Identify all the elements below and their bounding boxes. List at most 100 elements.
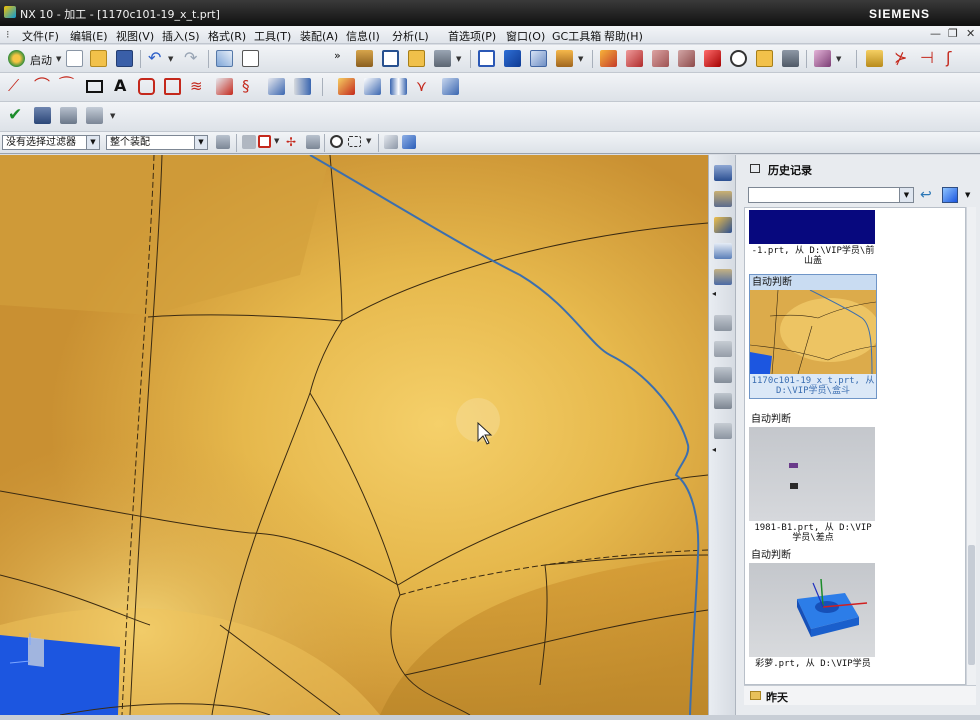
save-icon[interactable] <box>116 50 133 67</box>
render-icon[interactable] <box>600 50 617 67</box>
select-body-icon[interactable] <box>402 135 416 149</box>
history-item[interactable]: 自动判断 1170c101-19_x_t.prt, 从 D:\VIP学员\盒斗 <box>749 274 877 399</box>
view-orient-icon[interactable] <box>556 50 573 67</box>
menu-tools[interactable]: 工具(T) <box>254 28 291 44</box>
shaded-icon[interactable] <box>504 50 521 67</box>
simulate-icon[interactable] <box>714 367 732 383</box>
box-icon[interactable] <box>678 50 695 67</box>
layer-icon[interactable] <box>782 50 799 67</box>
select-faces-icon[interactable] <box>384 135 398 149</box>
menu-format[interactable]: 格式(R) <box>208 28 246 44</box>
post-icon[interactable] <box>86 107 103 124</box>
shop-doc-icon[interactable] <box>714 423 732 439</box>
tangent-icon[interactable]: ⋎ <box>416 78 433 95</box>
chevron-down-icon[interactable]: ▼ <box>965 191 970 199</box>
fit-icon[interactable] <box>478 50 495 67</box>
chevron-left-icon[interactable]: ◂ <box>712 289 716 298</box>
edit-icon[interactable] <box>216 50 233 67</box>
rectangle-icon[interactable] <box>86 80 103 93</box>
arc-icon[interactable]: ⌒ <box>34 78 51 95</box>
menu-file[interactable]: 文件(F) <box>22 28 59 44</box>
history-item[interactable]: 自动判断 1981-B1.prt, 从 D:\VIP学员\差点 <box>749 412 877 545</box>
toolbar-overflow-icon[interactable]: » <box>334 49 341 62</box>
create-operation-icon[interactable] <box>714 269 732 285</box>
create-tool-icon[interactable] <box>714 191 732 207</box>
history-group-header[interactable]: 昨天 <box>744 685 976 705</box>
line-icon[interactable]: ⟋ <box>8 78 25 95</box>
history-view-icon[interactable] <box>942 187 958 203</box>
create-program-icon[interactable] <box>714 165 732 181</box>
fillet-icon[interactable] <box>138 78 155 95</box>
menu-edit[interactable]: 编辑(E) <box>70 28 108 44</box>
chevron-down-icon[interactable]: ▼ <box>456 55 461 63</box>
generate-path-icon[interactable] <box>714 315 732 331</box>
menu-preferences[interactable]: 首选项(P) <box>448 28 496 44</box>
curve-icon[interactable]: ⁀ <box>60 78 77 95</box>
menu-analysis[interactable]: 分析(L) <box>392 28 429 44</box>
project-icon[interactable] <box>268 78 285 95</box>
history-scrollbar[interactable] <box>966 207 976 685</box>
postprocess-icon[interactable] <box>714 393 732 409</box>
curve-icon[interactable]: ʃ <box>946 50 963 67</box>
box-select-icon[interactable] <box>348 136 361 147</box>
type-filter-dropdown[interactable]: 没有选择过滤器 ▼ <box>2 135 100 150</box>
panel-box-icon[interactable] <box>750 164 760 173</box>
menu-gc-toolbox[interactable]: GC工具箱 <box>552 28 601 44</box>
undo-icon[interactable]: ↶ <box>148 50 165 67</box>
start-icon[interactable] <box>8 50 25 67</box>
chevron-down-icon[interactable]: ▼ <box>366 137 371 145</box>
part-surface-render[interactable] <box>0 155 708 715</box>
pattern-icon[interactable]: § <box>242 78 259 95</box>
section-icon[interactable] <box>652 50 669 67</box>
extend-icon[interactable]: ⊣ <box>920 50 937 67</box>
create-method-icon[interactable] <box>714 243 732 259</box>
bridge-icon[interactable] <box>364 78 381 95</box>
chevron-down-icon[interactable]: ▼ <box>86 136 99 149</box>
program-icon[interactable] <box>60 107 77 124</box>
restore-icon[interactable]: ❐ <box>948 27 958 40</box>
extract-icon[interactable] <box>338 78 355 95</box>
chamfer-icon[interactable] <box>164 78 181 95</box>
render-icon[interactable] <box>704 50 721 67</box>
menu-info[interactable]: 信息(I) <box>346 28 380 44</box>
measure-icon[interactable] <box>866 50 883 67</box>
style-icon[interactable] <box>626 50 643 67</box>
new-icon[interactable] <box>66 50 83 67</box>
graphics-window[interactable] <box>0 155 708 715</box>
snap-icon[interactable] <box>242 135 256 149</box>
operation-icon[interactable] <box>34 107 51 124</box>
window-icon[interactable] <box>382 50 399 67</box>
edge-icon[interactable] <box>442 78 459 95</box>
intersect-icon[interactable] <box>294 78 311 95</box>
command-finder-icon[interactable] <box>356 50 373 67</box>
chevron-down-icon[interactable]: ▼ <box>168 55 173 63</box>
camera-icon[interactable] <box>756 50 773 67</box>
zoom-icon[interactable] <box>730 50 747 67</box>
close-icon[interactable]: ✕ <box>966 27 975 40</box>
filter-icon[interactable] <box>814 50 831 67</box>
minimize-icon[interactable]: — <box>930 27 941 40</box>
offset-icon[interactable]: ≋ <box>190 78 207 95</box>
check-icon[interactable]: ✔ <box>8 107 25 124</box>
chevron-down-icon[interactable]: ▼ <box>274 137 279 145</box>
redo-icon[interactable]: ↷ <box>184 50 201 67</box>
back-icon[interactable]: ↩ <box>920 187 936 203</box>
trim-icon[interactable]: ⊁ <box>894 50 911 67</box>
menu-assembly[interactable]: 装配(A) <box>300 28 338 44</box>
copy-icon[interactable] <box>242 50 259 67</box>
mid-point-icon[interactable] <box>306 135 320 149</box>
center-snap-icon[interactable] <box>330 135 343 148</box>
wrap-icon[interactable] <box>390 78 407 95</box>
history-item[interactable]: -1.prt, 从 D:\VIP学员\前山盖 <box>749 210 877 268</box>
wireframe-icon[interactable] <box>530 50 547 67</box>
open-icon[interactable] <box>90 50 107 67</box>
start-button[interactable]: 启动 <box>30 52 52 68</box>
menu-insert[interactable]: 插入(S) <box>162 28 200 44</box>
selection-scope-dropdown[interactable]: 整个装配 ▼ <box>106 135 208 150</box>
chevron-down-icon[interactable]: ▼ <box>836 55 841 63</box>
mirror-icon[interactable] <box>216 78 233 95</box>
menu-view[interactable]: 视图(V) <box>116 28 154 44</box>
chevron-down-icon[interactable]: ▼ <box>110 112 115 120</box>
scrollbar-thumb[interactable] <box>968 545 975 665</box>
verify-icon[interactable] <box>714 341 732 357</box>
